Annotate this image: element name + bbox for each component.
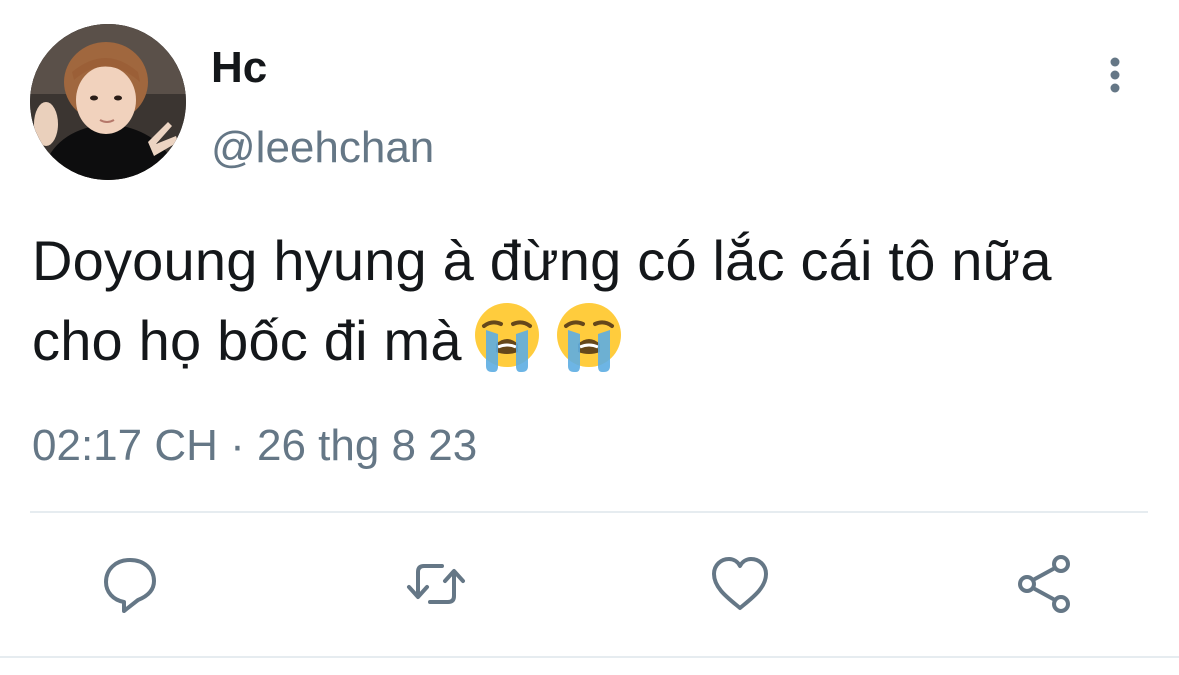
loudly-crying-face-icon bbox=[474, 303, 539, 372]
retweet-icon bbox=[407, 564, 465, 604]
divider bbox=[30, 511, 1148, 513]
bottom-divider bbox=[0, 656, 1179, 658]
display-name[interactable]: Hc bbox=[211, 40, 267, 96]
avatar[interactable] bbox=[30, 24, 186, 180]
more-options-button[interactable] bbox=[1094, 50, 1136, 100]
loudly-crying-face-icon bbox=[556, 303, 621, 372]
tweet-timestamp[interactable]: 02:17 CH · 26 thg 8 23 bbox=[32, 418, 477, 474]
tweet-text: Doyoung hyung à đừng có lắc cái tô nữa c… bbox=[32, 222, 1142, 380]
avatar-image bbox=[30, 24, 186, 180]
retweet-button[interactable] bbox=[404, 552, 468, 616]
reply-button[interactable] bbox=[98, 552, 162, 616]
user-handle[interactable]: @leehchan bbox=[211, 120, 434, 176]
like-button[interactable] bbox=[708, 552, 772, 616]
tweet-card: Hc @leehchan Doyoung hyung à đừng có lắc… bbox=[0, 0, 1179, 675]
heart-icon bbox=[712, 557, 768, 610]
share-icon bbox=[1018, 555, 1070, 613]
share-button[interactable] bbox=[1012, 552, 1076, 616]
reply-icon bbox=[104, 558, 156, 613]
more-vertical-icon bbox=[1110, 57, 1120, 93]
